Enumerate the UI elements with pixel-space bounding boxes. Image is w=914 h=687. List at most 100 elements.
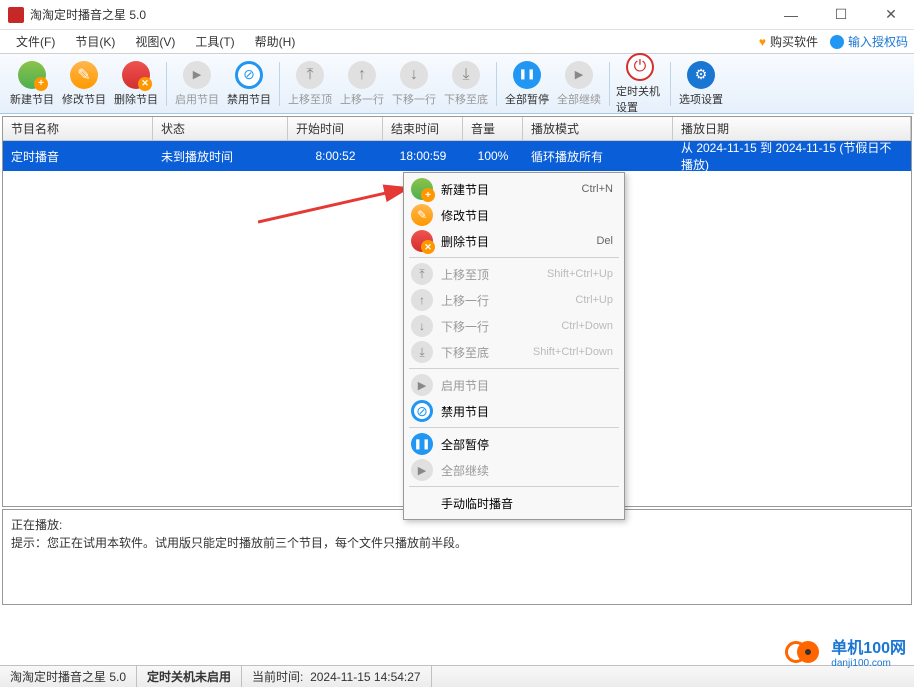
ctx-pause-all[interactable]: 全部暂停 <box>407 431 621 457</box>
menubar: 文件(F) 节目(K) 视图(V) 工具(T) 帮助(H) ♥ 购买软件 输入授… <box>0 30 914 54</box>
trial-hint: 提示：您正在试用本软件。试用版只能定时播放前三个节目，每个文件只播放前半段。 <box>11 534 903 552</box>
cell-status: 未到播放时间 <box>153 141 288 171</box>
menu-view[interactable]: 视图(V) <box>125 31 185 52</box>
header-name[interactable]: 节目名称 <box>3 117 153 140</box>
separator <box>409 427 619 428</box>
cell-mode: 循环播放所有 <box>523 141 673 171</box>
move-top-icon <box>296 61 324 89</box>
enable-program-button[interactable]: 启用节目 <box>171 59 223 109</box>
separator <box>670 62 671 106</box>
separator <box>279 62 280 106</box>
enter-auth-link[interactable]: 输入授权码 <box>830 33 908 50</box>
new-program-button[interactable]: 新建节目 <box>6 59 58 109</box>
menu-file[interactable]: 文件(F) <box>6 31 65 52</box>
stop-icon <box>411 400 433 422</box>
move-up-button[interactable]: 上移一行 <box>336 59 388 109</box>
ctx-new-program[interactable]: 新建节目 Ctrl+N <box>407 176 621 202</box>
menu-program[interactable]: 节目(K) <box>65 31 125 52</box>
ctx-move-bottom[interactable]: 下移至底 Shift+Ctrl+Down <box>407 339 621 365</box>
watermark-icon <box>785 639 825 665</box>
window-controls: — ☐ ✕ <box>776 5 906 25</box>
settings-icon <box>687 61 715 89</box>
watermark-text: 单机100网 <box>831 634 906 658</box>
ctx-move-up[interactable]: 上移一行 Ctrl+Up <box>407 287 621 313</box>
move-up-icon <box>348 61 376 89</box>
table-header: 节目名称 状态 开始时间 结束时间 音量 播放模式 播放日期 <box>3 117 911 141</box>
user-icon <box>830 35 844 49</box>
header-volume[interactable]: 音量 <box>463 117 523 140</box>
pause-all-icon <box>411 433 433 455</box>
minimize-button[interactable]: — <box>776 5 806 25</box>
titlebar: 淘淘定时播音之星 5.0 — ☐ ✕ <box>0 0 914 30</box>
watermark: 单机100网 danji100.com <box>785 634 906 669</box>
menu-help[interactable]: 帮助(H) <box>245 31 306 52</box>
separator <box>609 62 610 106</box>
ctx-move-down[interactable]: 下移一行 Ctrl+Down <box>407 313 621 339</box>
ctx-manual-broadcast[interactable]: 手动临时播音 <box>407 490 621 516</box>
separator <box>409 486 619 487</box>
ctx-move-top[interactable]: 上移至顶 Shift+Ctrl+Up <box>407 261 621 287</box>
header-end[interactable]: 结束时间 <box>383 117 463 140</box>
window-title: 淘淘定时播音之星 5.0 <box>30 6 776 23</box>
ctx-edit-program[interactable]: 修改节目 <box>407 202 621 228</box>
move-top-button[interactable]: 上移至顶 <box>284 59 336 109</box>
stop-icon <box>235 61 263 89</box>
ctx-disable-program[interactable]: 禁用节目 <box>407 398 621 424</box>
separator <box>409 368 619 369</box>
context-menu: 新建节目 Ctrl+N 修改节目 删除节目 Del 上移至顶 Shift+Ctr… <box>403 172 625 520</box>
move-down-icon <box>411 315 433 337</box>
shutdown-icon <box>626 53 654 81</box>
delete-icon <box>122 61 150 89</box>
move-bottom-button[interactable]: 下移至底 <box>440 59 492 109</box>
header-status[interactable]: 状态 <box>153 117 288 140</box>
resume-all-button[interactable]: 全部继续 <box>553 59 605 109</box>
statusbar-time: 当前时间: 2024-11-15 14:54:27 <box>242 666 432 687</box>
toolbar: 新建节目 修改节目 删除节目 启用节目 禁用节目 上移至顶 上移一行 下移一行 … <box>0 54 914 114</box>
edit-icon <box>411 204 433 226</box>
separator <box>166 62 167 106</box>
buy-label: 购买软件 <box>770 33 818 50</box>
move-down-button[interactable]: 下移一行 <box>388 59 440 109</box>
delete-program-button[interactable]: 删除节目 <box>110 59 162 109</box>
watermark-url: danji100.com <box>831 658 906 669</box>
separator <box>409 257 619 258</box>
shutdown-settings-button[interactable]: 定时关机设置 <box>614 51 666 117</box>
ctx-delete-program[interactable]: 删除节目 Del <box>407 228 621 254</box>
menu-tools[interactable]: 工具(T) <box>185 31 244 52</box>
cell-start: 8:00:52 <box>288 141 383 171</box>
table-row[interactable]: 定时播音 未到播放时间 8:00:52 18:00:59 100% 循环播放所有… <box>3 141 911 171</box>
app-icon <box>8 7 24 23</box>
auth-label: 输入授权码 <box>848 33 908 50</box>
statusbar-shutdown: 定时关机未启用 <box>137 666 242 687</box>
maximize-button[interactable]: ☐ <box>826 5 856 25</box>
delete-icon <box>411 230 433 252</box>
edit-program-button[interactable]: 修改节目 <box>58 59 110 109</box>
edit-icon <box>70 61 98 89</box>
close-button[interactable]: ✕ <box>876 5 906 25</box>
statusbar-app: 淘淘定时播音之星 5.0 <box>0 666 137 687</box>
disable-program-button[interactable]: 禁用节目 <box>223 59 275 109</box>
play-icon <box>411 374 433 396</box>
header-date[interactable]: 播放日期 <box>673 117 911 140</box>
move-bottom-icon <box>411 341 433 363</box>
statusbar: 淘淘定时播音之星 5.0 定时关机未启用 当前时间: 2024-11-15 14… <box>0 665 914 687</box>
settings-button[interactable]: 选项设置 <box>675 59 727 109</box>
ctx-enable-program[interactable]: 启用节目 <box>407 372 621 398</box>
heart-icon: ♥ <box>759 35 766 49</box>
play-icon <box>183 61 211 89</box>
pause-all-button[interactable]: 全部暂停 <box>501 59 553 109</box>
status-panel: 正在播放: 提示：您正在试用本软件。试用版只能定时播放前三个节目，每个文件只播放… <box>2 509 912 605</box>
new-icon <box>411 178 433 200</box>
ctx-resume-all[interactable]: 全部继续 <box>407 457 621 483</box>
cell-volume: 100% <box>463 141 523 171</box>
header-mode[interactable]: 播放模式 <box>523 117 673 140</box>
cell-date: 从 2024-11-15 到 2024-11-15 (节假日不播放) <box>673 141 911 171</box>
new-icon <box>18 61 46 89</box>
cell-end: 18:00:59 <box>383 141 463 171</box>
move-down-icon <box>400 61 428 89</box>
move-bottom-icon <box>452 61 480 89</box>
resume-all-icon <box>411 459 433 481</box>
buy-software-link[interactable]: ♥ 购买软件 <box>759 33 818 50</box>
resume-all-icon <box>565 61 593 89</box>
header-start[interactable]: 开始时间 <box>288 117 383 140</box>
